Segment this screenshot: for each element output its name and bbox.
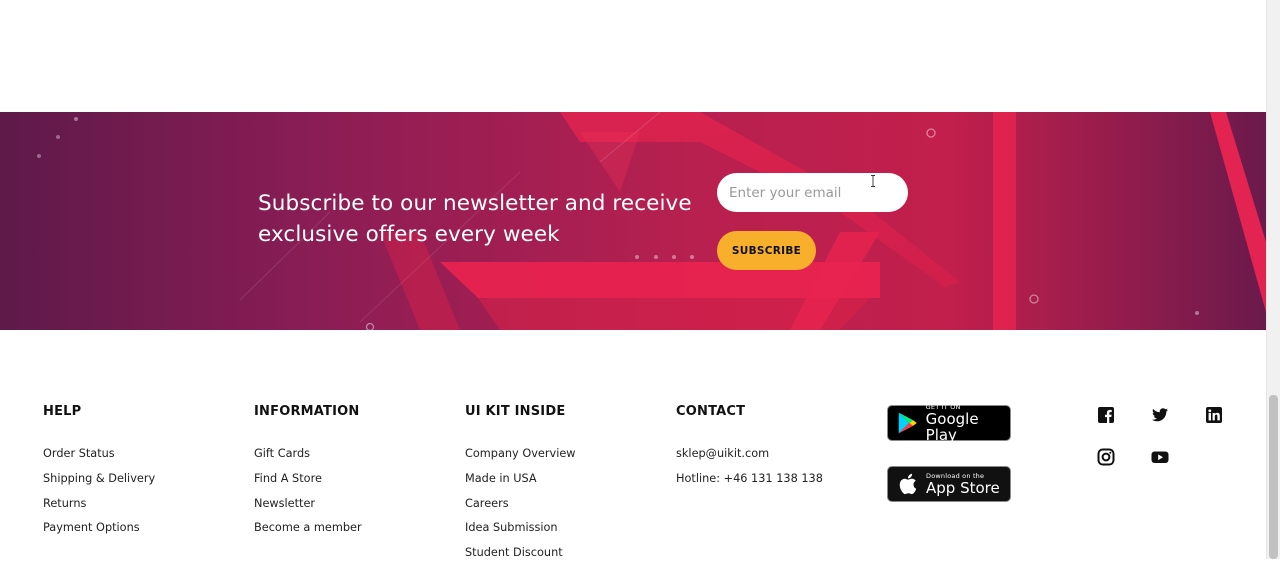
contact-hotline[interactable]: Hotline: +46 131 138 138 [676,472,823,497]
footer-link-become-member[interactable]: Become a member [254,521,362,546]
footer-link-made-in-usa[interactable]: Made in USA [465,472,576,497]
footer-help-column: HELP Order Status Shipping & Delivery Re… [43,404,155,546]
footer-link-order-status[interactable]: Order Status [43,447,155,472]
youtube-icon[interactable] [1151,448,1169,466]
newsletter-heading: Subscribe to our newsletter and receive … [258,188,698,250]
footer-uikit-column: UI KIT INSIDE Company Overview Made in U… [465,404,576,571]
footer-information-column: INFORMATION Gift Cards Find A Store News… [254,404,362,546]
apple-icon [899,473,917,495]
contact-email-link[interactable]: sklep@uikit.com [676,447,823,472]
app-store-badge[interactable]: Download on the App Store [887,466,1011,502]
footer-link-company-overview[interactable]: Company Overview [465,447,576,472]
newsletter-banner: Subscribe to our newsletter and receive … [0,112,1266,330]
google-play-big-text: Google Play [925,409,979,444]
linkedin-icon[interactable] [1205,406,1223,424]
footer-uikit-title: UI KIT INSIDE [465,404,566,419]
footer-contact-title: CONTACT [676,404,746,419]
text-cursor-icon [871,175,875,187]
email-placeholder: Enter your email [729,184,842,201]
newsletter-heading-line2: exclusive offers every week [258,222,560,247]
facebook-icon[interactable] [1097,406,1115,424]
subscribe-button[interactable]: SUBSCRIBE [717,231,816,270]
scrollbar-thumb[interactable] [1269,395,1278,559]
vertical-scrollbar[interactable] [1266,0,1280,559]
google-play-badge[interactable]: GET IT ON Google Play [887,403,1011,444]
footer-link-shipping[interactable]: Shipping & Delivery [43,472,155,497]
google-play-icon [898,412,917,434]
footer-help-title: HELP [43,404,82,419]
page: Subscribe to our newsletter and receive … [0,0,1266,559]
footer-link-gift-cards[interactable]: Gift Cards [254,447,362,472]
footer-information-title: INFORMATION [254,404,360,419]
newsletter-heading-line1: Subscribe to our newsletter and receive [258,191,692,216]
email-input[interactable]: Enter your email [717,173,908,212]
footer-link-returns[interactable]: Returns [43,497,155,522]
twitter-icon[interactable] [1151,406,1169,424]
instagram-icon[interactable] [1097,448,1115,466]
footer-link-idea-submission[interactable]: Idea Submission [465,521,576,546]
footer-link-payment-options[interactable]: Payment Options [43,521,155,546]
footer-link-careers[interactable]: Careers [465,497,576,522]
footer-link-find-store[interactable]: Find A Store [254,472,362,497]
app-store-big-text: App Store [926,478,1000,497]
footer-link-newsletter[interactable]: Newsletter [254,497,362,522]
footer-contact-column: CONTACT sklep@uikit.com Hotline: +46 131… [676,404,823,497]
